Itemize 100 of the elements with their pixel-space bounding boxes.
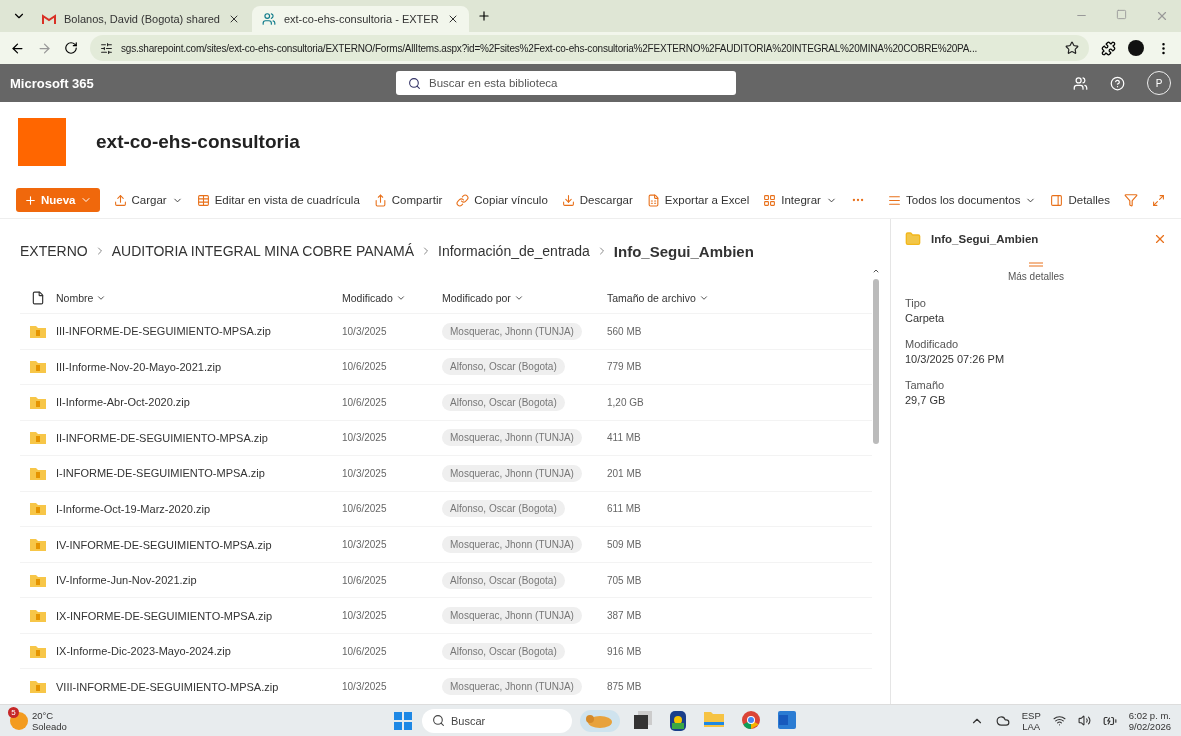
folder-icon[interactable] (704, 710, 724, 727)
address-field[interactable]: sgs.sharepoint.com/sites/ext-co-ehs-consultoria/EXTERNO/Forms/AllItems.aspx?id=%2Fsites%2Fext-co-ehs-consultoria%2FEXTERNO%2FAUDITORIA%20INTEGRAL%20MINA%20COBRE%20PA... (90, 35, 1089, 61)
file-name[interactable]: I-Informe-Oct-19-Marz-2020.zip (56, 502, 342, 515)
lines-icon (888, 193, 901, 207)
notification-badge: 5 (8, 706, 19, 718)
double-line-icon (1029, 262, 1043, 267)
modified-date: 10/3/2025 (342, 681, 388, 693)
file-name[interactable]: IX-Informe-Dic-2023-Mayo-2024.zip (56, 645, 342, 658)
column-header[interactable]: Modificado (342, 292, 442, 305)
file-name[interactable]: IX-INFORME-DE-SEGUIMIENTO-MPSA.zip (56, 609, 342, 622)
volume-icon[interactable] (1077, 714, 1091, 727)
wifi-icon[interactable] (1052, 714, 1066, 727)
toolbar-button[interactable]: Copiar vínculo (456, 193, 548, 207)
modified-date: 10/6/2025 (342, 503, 388, 515)
file-size: 560 MB (607, 325, 643, 337)
people-icon[interactable] (1073, 75, 1088, 91)
tab-title: Bolanos, David (Bogota) shared (64, 13, 220, 25)
toolbar-button[interactable]: Descargar (561, 193, 633, 207)
site-logo (18, 118, 66, 166)
file-size: 411 MB (607, 432, 642, 444)
chrome-icon[interactable] (742, 710, 760, 729)
back-icon[interactable] (10, 40, 25, 56)
more-details-button[interactable]: Más detalles (1001, 261, 1071, 283)
file-name[interactable]: I-INFORME-DE-SEGUIMIENTO-MPSA.zip (56, 467, 342, 480)
file-size: 509 MB (607, 539, 643, 550)
person-tag[interactable]: Alfonso, Oscar (Bogota) (442, 358, 565, 376)
cloud-icon[interactable] (995, 713, 1010, 728)
file-name[interactable]: II-Informe-Abr-Oct-2020.zip (56, 396, 342, 409)
field-value: 29,7 GB (905, 394, 947, 406)
modified-date: 10/3/2025 (342, 325, 388, 337)
zip-folder-icon (30, 609, 46, 623)
zip-folder-icon (30, 431, 46, 445)
panel-icon (1050, 193, 1064, 207)
word-icon[interactable] (778, 710, 796, 729)
file-name[interactable]: III-Informe-Nov-20-Mayo-2021.zip (56, 360, 342, 373)
site-settings-icon[interactable] (100, 41, 113, 55)
blocks-icon (763, 193, 777, 207)
view-selector[interactable]: Todos los documentos (888, 193, 1037, 207)
details-button[interactable]: Detalles (1050, 193, 1110, 207)
toolbar-button[interactable]: Editar en vista de cuadrícula (196, 193, 360, 207)
zip-folder-icon (30, 573, 46, 587)
file-name[interactable]: IV-INFORME-DE-SEGUIMIENTO-MPSA.zip (56, 538, 342, 551)
column-header[interactable]: Modificado por (442, 292, 607, 305)
expand-icon[interactable] (1152, 193, 1165, 207)
pane-title: Info_Segui_Ambien (931, 233, 1039, 245)
windows-icon[interactable] (394, 711, 412, 730)
forward-icon[interactable] (37, 40, 52, 56)
file-name[interactable]: II-INFORME-DE-SEGUIMIENTO-MPSA.zip (56, 431, 342, 444)
person-tag[interactable]: Mosquerac, Jhonn (TUNJA) (442, 536, 582, 553)
task-view-icon[interactable] (634, 710, 652, 729)
help-icon[interactable] (1110, 75, 1125, 91)
person-tag[interactable]: Alfonso, Oscar (Bogota) (442, 500, 565, 518)
person-tag[interactable]: Alfonso, Oscar (Bogota) (442, 393, 565, 411)
modified-date: 10/6/2025 (342, 574, 388, 586)
toolbar-button[interactable]: Exportar a Excel (646, 193, 750, 207)
toolbar-button[interactable]: Integrar (763, 193, 837, 207)
column-header[interactable]: Nombre (56, 292, 342, 305)
browser-tab[interactable]: ext-co-ehs-consultoria - EXTER (251, 6, 469, 32)
spreadsheet-icon (646, 193, 660, 207)
modified-date: 10/3/2025 (342, 432, 388, 444)
taskbar-search[interactable]: Buscar (422, 708, 572, 733)
person-tag[interactable]: Mosquerac, Jhonn (TUNJA) (442, 429, 582, 447)
browser-tab[interactable]: Bolanos, David (Bogota) shared (32, 6, 250, 32)
share-icon (373, 193, 387, 207)
profile-avatar[interactable] (1128, 40, 1144, 56)
breadcrumb-link[interactable]: Información_de_entrada (438, 243, 590, 260)
extensions-icon[interactable] (1101, 40, 1116, 56)
breadcrumb-link[interactable]: AUDITORIA INTEGRAL MINA COBRE PANAMÁ (111, 243, 415, 260)
language-indicator[interactable]: ESP LAA (1021, 709, 1041, 732)
person-tag[interactable]: Mosquerac, Jhonn (TUNJA) (442, 678, 582, 696)
link-icon (456, 193, 470, 207)
file-name[interactable]: IV-Informe-Jun-Nov-2021.zip (56, 574, 342, 587)
temperature: 20°C (32, 709, 55, 721)
tab-title: ext-co-ehs-consultoria - EXTER (283, 13, 439, 25)
modified-date: 10/6/2025 (342, 645, 388, 657)
reload-icon[interactable] (64, 41, 78, 55)
toolbar-button[interactable]: Cargar (113, 193, 183, 207)
person-tag[interactable]: Mosquerac, Jhonn (TUNJA) (442, 607, 582, 625)
file-name[interactable]: VIII-INFORME-DE-SEGUIMIENTO-MPSA.zip (56, 680, 342, 693)
search-field[interactable]: Buscar en esta biblioteca (396, 71, 736, 95)
bookmark-star-icon[interactable] (1065, 41, 1079, 55)
filter-icon[interactable] (1124, 193, 1138, 207)
person-tag[interactable]: Alfonso, Oscar (Bogota) (442, 571, 565, 589)
search-icon (432, 714, 445, 727)
file-name[interactable]: III-INFORME-DE-SEGUIMIENTO-MPSA.zip (56, 325, 342, 338)
person-tag[interactable]: Mosquerac, Jhonn (TUNJA) (442, 322, 582, 340)
new-tab-icon[interactable] (476, 9, 491, 23)
breadcrumb-link[interactable]: EXTERNO (20, 243, 88, 260)
toolbar-button[interactable]: Compartir (373, 193, 443, 207)
file-type-icon (31, 291, 45, 306)
column-header[interactable]: Tamaño de archivo (607, 292, 757, 305)
clock[interactable]: 6:02 p. m. 9/02/2026 (1128, 709, 1171, 732)
person-tag[interactable]: Alfonso, Oscar (Bogota) (442, 642, 565, 660)
grid-icon (196, 193, 210, 207)
app-icon[interactable] (670, 710, 686, 731)
brand-name: Microsoft 365 (10, 75, 95, 91)
file-size: 201 MB (607, 467, 643, 479)
modified-date: 10/6/2025 (342, 396, 388, 408)
person-tag[interactable]: Mosquerac, Jhonn (TUNJA) (442, 464, 582, 482)
breadcrumb-link[interactable]: Info_Segui_Ambien (613, 242, 754, 260)
